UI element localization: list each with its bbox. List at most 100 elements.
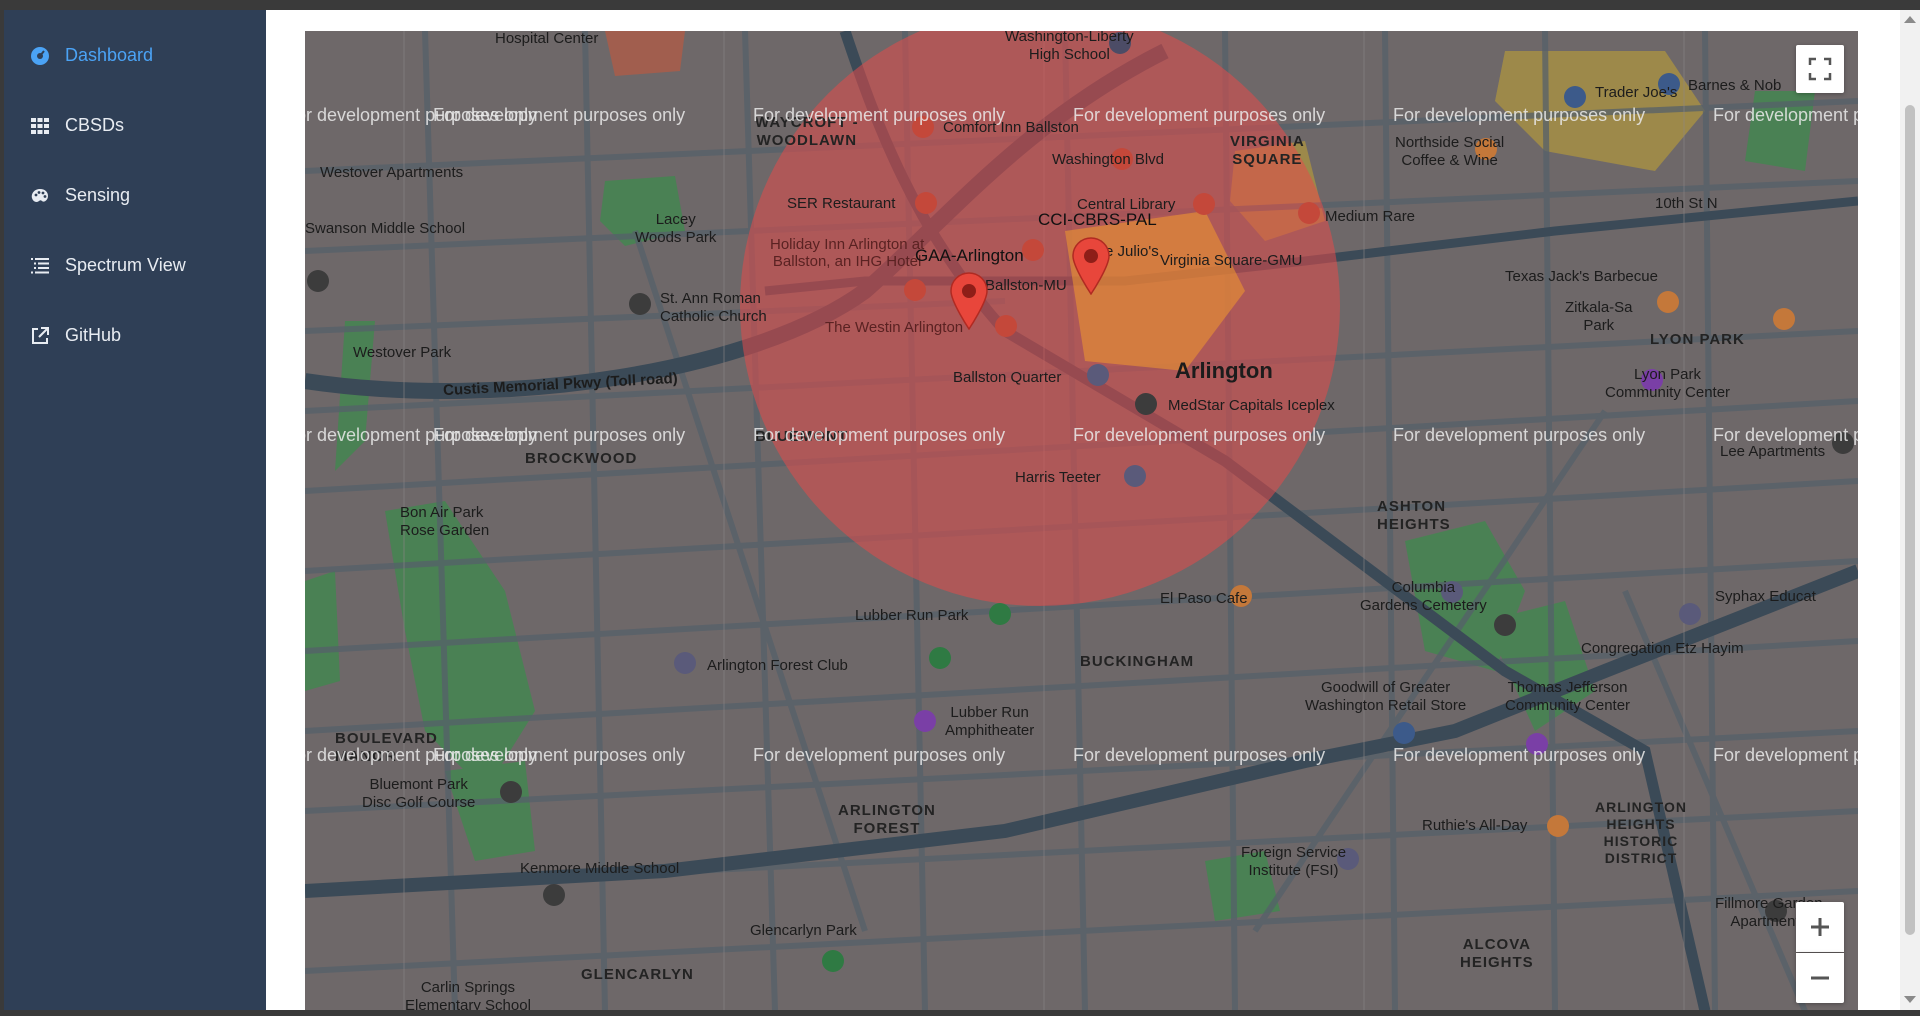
place-label: Carlin Springs Elementary School <box>405 979 531 1011</box>
sidebar-item-label: Sensing <box>65 185 131 205</box>
place-label: Lacey Woods Park <box>635 211 717 246</box>
place-label: Ruthie's All-Day <box>1422 817 1528 834</box>
sidebar-item-label: Dashboard <box>65 45 154 65</box>
place-label: Lyon Park Community Center <box>1605 366 1731 401</box>
place-label: Ballston-MU <box>985 277 1067 294</box>
plus-icon <box>1811 918 1829 936</box>
district-label: ARLINGTON HEIGHTS HISTORIC DISTRICT <box>1595 799 1687 866</box>
sidebar-item-sensing[interactable]: Sensing <box>4 166 266 226</box>
marker-label: CCI-CBRS-PAL <box>1038 210 1157 229</box>
place-label: St. Ann Roman Catholic Church <box>660 290 767 325</box>
zoom-out-button[interactable] <box>1796 953 1844 1003</box>
watermark: For development purposes only <box>753 425 1006 445</box>
place-label: Holiday Inn Arlington at Ballston, an IHG… <box>770 236 925 270</box>
sidebar-item-cbsds[interactable]: CBSDs <box>4 96 266 156</box>
sidebar-item-github[interactable]: GitHub <box>4 306 266 366</box>
place-label: Foreign Service Institute (FSI) <box>1241 844 1347 879</box>
district-label: ASHTON HEIGHTS <box>1377 498 1451 533</box>
watermark: For development purposes only <box>1393 105 1646 125</box>
place-label: Hospital Center <box>495 31 599 47</box>
place-label: Swanson Middle School <box>305 220 466 237</box>
window-bottom-border <box>0 1010 1920 1016</box>
fullscreen-icon <box>1808 57 1832 81</box>
sidebar-item-dashboard[interactable]: Dashboard <box>4 26 266 86</box>
watermark: For development purposes only <box>1073 425 1326 445</box>
watermark: For development purposes only <box>1713 745 1858 765</box>
watermark: For development purposes only <box>753 745 1006 765</box>
place-label: Northside Social Coffee & Wine <box>1395 134 1505 169</box>
scrollbar-thumb[interactable] <box>1905 105 1915 935</box>
place-label: Barnes & Nob <box>1688 77 1782 94</box>
place-label: Glencarlyn Park <box>750 922 857 939</box>
watermark: For development purposes only <box>433 745 686 765</box>
district-label: VIRGINIA SQUARE <box>1230 133 1305 168</box>
district-label: ALCOVA HEIGHTS <box>1460 936 1534 971</box>
sidebar: Dashboard CBSDs Sensing Spectrum View Gi… <box>4 10 266 1010</box>
scroll-down-arrow-icon[interactable] <box>1904 996 1916 1003</box>
place-label: Westover Park <box>353 344 452 361</box>
district-label: BUCKINGHAM <box>1080 653 1195 670</box>
place-label: Kenmore Middle School <box>520 860 680 877</box>
place-label: Westover Apartments <box>320 164 464 181</box>
place-label: Goodwill of Greater Washington Retail Sto… <box>1305 679 1467 714</box>
palette-icon <box>28 184 52 208</box>
street-label: 10th St N <box>1655 195 1718 212</box>
dashboard-icon <box>28 44 52 68</box>
place-label: SER Restaurant <box>787 195 896 212</box>
place-label: MedStar Capitals Iceplex <box>1168 397 1335 414</box>
zoom-in-button[interactable] <box>1796 902 1844 952</box>
watermark: For development purposes only <box>1713 425 1858 445</box>
scroll-up-arrow-icon[interactable] <box>1904 16 1916 23</box>
district-label: LYON PARK <box>1650 331 1745 348</box>
place-label: Virginia Square-GMU <box>1160 252 1303 269</box>
sidebar-item-spectrum-view[interactable]: Spectrum View <box>4 236 266 296</box>
city-label: Arlington <box>1175 358 1273 383</box>
place-label: Syphax Educat <box>1715 588 1816 605</box>
district-label: ARLINGTON FOREST <box>838 802 936 837</box>
map-pin-icon <box>950 272 988 331</box>
place-label: Washington Blvd <box>1052 151 1165 168</box>
place-label: Harris Teeter <box>1015 469 1101 486</box>
district-label: GLENCARLYN <box>581 966 694 983</box>
place-label: Ballston Quarter <box>953 369 1062 386</box>
place-label: Trader Joe's <box>1595 84 1678 101</box>
page-scrollbar[interactable] <box>1900 10 1920 1010</box>
sidebar-item-label: GitHub <box>65 325 122 345</box>
sidebar-item-label: CBSDs <box>65 115 125 135</box>
place-label: The Westin Arlington <box>825 319 964 336</box>
place-label: Texas Jack's Barbecue <box>1505 268 1658 285</box>
district-label: BROCKWOOD <box>525 450 638 467</box>
place-label: Arlington Forest Club <box>707 657 848 674</box>
place-label: Thomas Jefferson Community Center <box>1505 679 1631 714</box>
place-label: Lubber Run Park <box>855 607 969 624</box>
place-label: Washington-Liberty High School <box>1005 31 1134 63</box>
place-label: Zitkala-Sa Park <box>1565 299 1633 334</box>
watermark: For development purposes only <box>1073 745 1326 765</box>
place-label: Bluemont Park Disc Golf Course <box>362 776 476 811</box>
place-label: Congregation Etz Hayim <box>1581 640 1744 657</box>
map-marker-gaa-arlington[interactable] <box>949 272 989 331</box>
map-view[interactable]: WAYCROFT - WOODLAWN VIRGINIA SQUARE BROCKW… <box>305 31 1858 1011</box>
watermark: For development purposes only <box>1073 105 1326 125</box>
external-link-icon <box>28 324 52 348</box>
watermark: For development purposes only <box>1393 745 1646 765</box>
map-marker-cci-cbrs-pal[interactable] <box>1071 237 1111 296</box>
grid-icon <box>28 114 52 138</box>
list-icon <box>28 254 52 278</box>
minus-icon <box>1811 976 1829 980</box>
watermark: For development purposes only <box>433 425 686 445</box>
watermark: For development purposes only <box>1393 425 1646 445</box>
place-label: El Paso Cafe <box>1160 590 1248 607</box>
place-label: Columbia Gardens Cemetery <box>1360 579 1487 614</box>
place-label: Bon Air Park Rose Garden <box>400 504 490 539</box>
watermark: For development purposes only <box>433 105 686 125</box>
marker-label: GAA-Arlington <box>915 246 1024 265</box>
map-pin-icon <box>1072 237 1110 296</box>
watermark: For development purposes only <box>1713 105 1858 125</box>
window-top-border <box>0 0 1920 10</box>
place-label: Medium Rare <box>1325 208 1416 225</box>
watermark: For development purposes only <box>753 105 1006 125</box>
place-label: Lubber Run Amphitheater <box>945 704 1035 739</box>
fullscreen-button[interactable] <box>1796 45 1844 93</box>
sidebar-item-label: Spectrum View <box>65 255 186 275</box>
